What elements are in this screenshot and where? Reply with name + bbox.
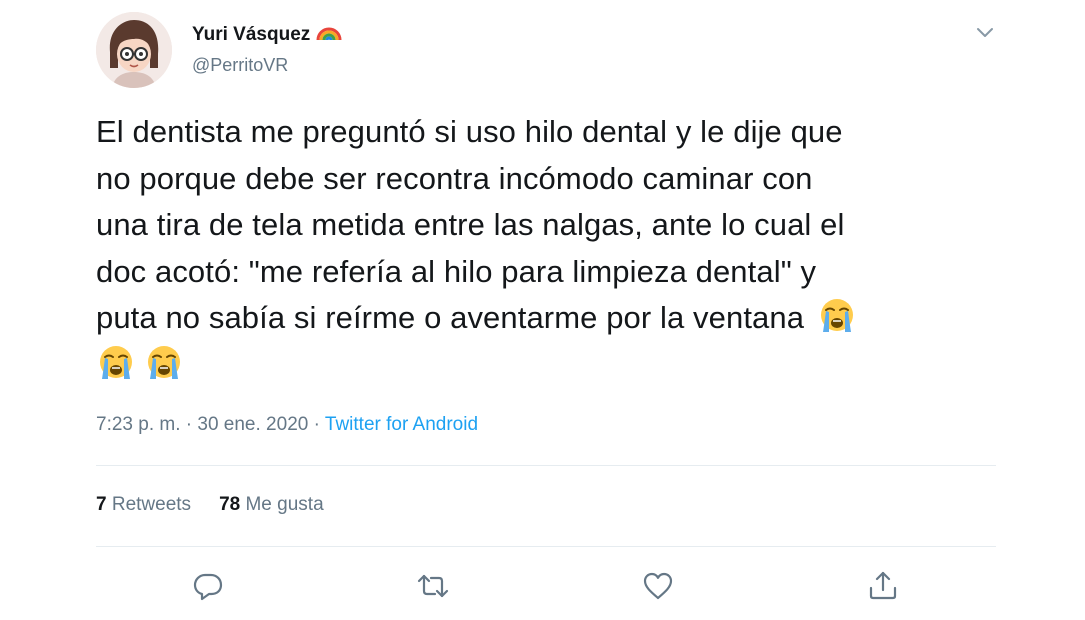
retweet-button[interactable] (415, 568, 451, 604)
tweet-meta: 7:23 p. m. · 30 ene. 2020 · Twitter for … (96, 414, 478, 436)
divider (96, 465, 996, 466)
tweet-date[interactable]: 30 ene. 2020 (197, 414, 308, 435)
heart-icon (643, 572, 673, 600)
loudly-crying-face-icon (144, 343, 184, 383)
avatar-illustration (96, 12, 172, 88)
share-icon (869, 571, 897, 600)
tweet-text-line: puta no sabía si reírme o aventarme por … (96, 300, 805, 335)
tweet-source-link[interactable]: Twitter for Android (325, 414, 478, 435)
tweet-text-line: una tira de tela metida entre las nalgas… (96, 207, 845, 242)
retweets-label: Retweets (111, 494, 192, 515)
tweet-text-line: doc acotó: "me refería al hilo para limp… (96, 253, 817, 289)
tweet-text: El dentista me preguntó si uso hilo dent… (96, 109, 996, 388)
retweets-count: 7 (96, 494, 107, 515)
share-button[interactable] (865, 568, 901, 604)
user-handle[interactable]: @PerritoVR (192, 55, 288, 76)
meta-separator: · (308, 414, 325, 435)
emoji-row (96, 342, 996, 389)
retweet-icon (417, 574, 449, 598)
loudly-crying-face-icon (817, 296, 857, 336)
tweet-stats: 7 Retweets 78 Me gusta (96, 494, 324, 516)
likes-count: 78 (219, 494, 241, 515)
tweet-text-line: El dentista me preguntó si uso hilo dent… (96, 114, 843, 149)
loudly-crying-face-icon (96, 343, 136, 383)
divider (96, 546, 996, 547)
chevron-down-icon[interactable] (972, 20, 998, 44)
rainbow-icon (316, 22, 342, 42)
likes-label: Me gusta (245, 494, 324, 515)
tweet-text-line-with-emoji: puta no sabía si reírme o aventarme por … (96, 295, 996, 342)
tweet-time[interactable]: 7:23 p. m. (96, 414, 181, 435)
avatar[interactable] (96, 12, 172, 88)
reply-icon (193, 573, 223, 601)
reply-button[interactable] (190, 568, 226, 604)
meta-separator: · (180, 414, 198, 435)
like-button[interactable] (640, 568, 676, 604)
tweet-card: Yuri Vásquez @PerritoVR El dentista me p… (0, 0, 1085, 620)
display-name[interactable]: Yuri Vásquez (192, 22, 342, 46)
display-name-text: Yuri Vásquez (192, 24, 311, 45)
likes-stat[interactable]: 78 Me gusta (219, 494, 324, 515)
tweet-text-line: no porque debe ser recontra incómodo cam… (96, 160, 813, 196)
retweets-stat[interactable]: 7 Retweets (96, 494, 191, 515)
